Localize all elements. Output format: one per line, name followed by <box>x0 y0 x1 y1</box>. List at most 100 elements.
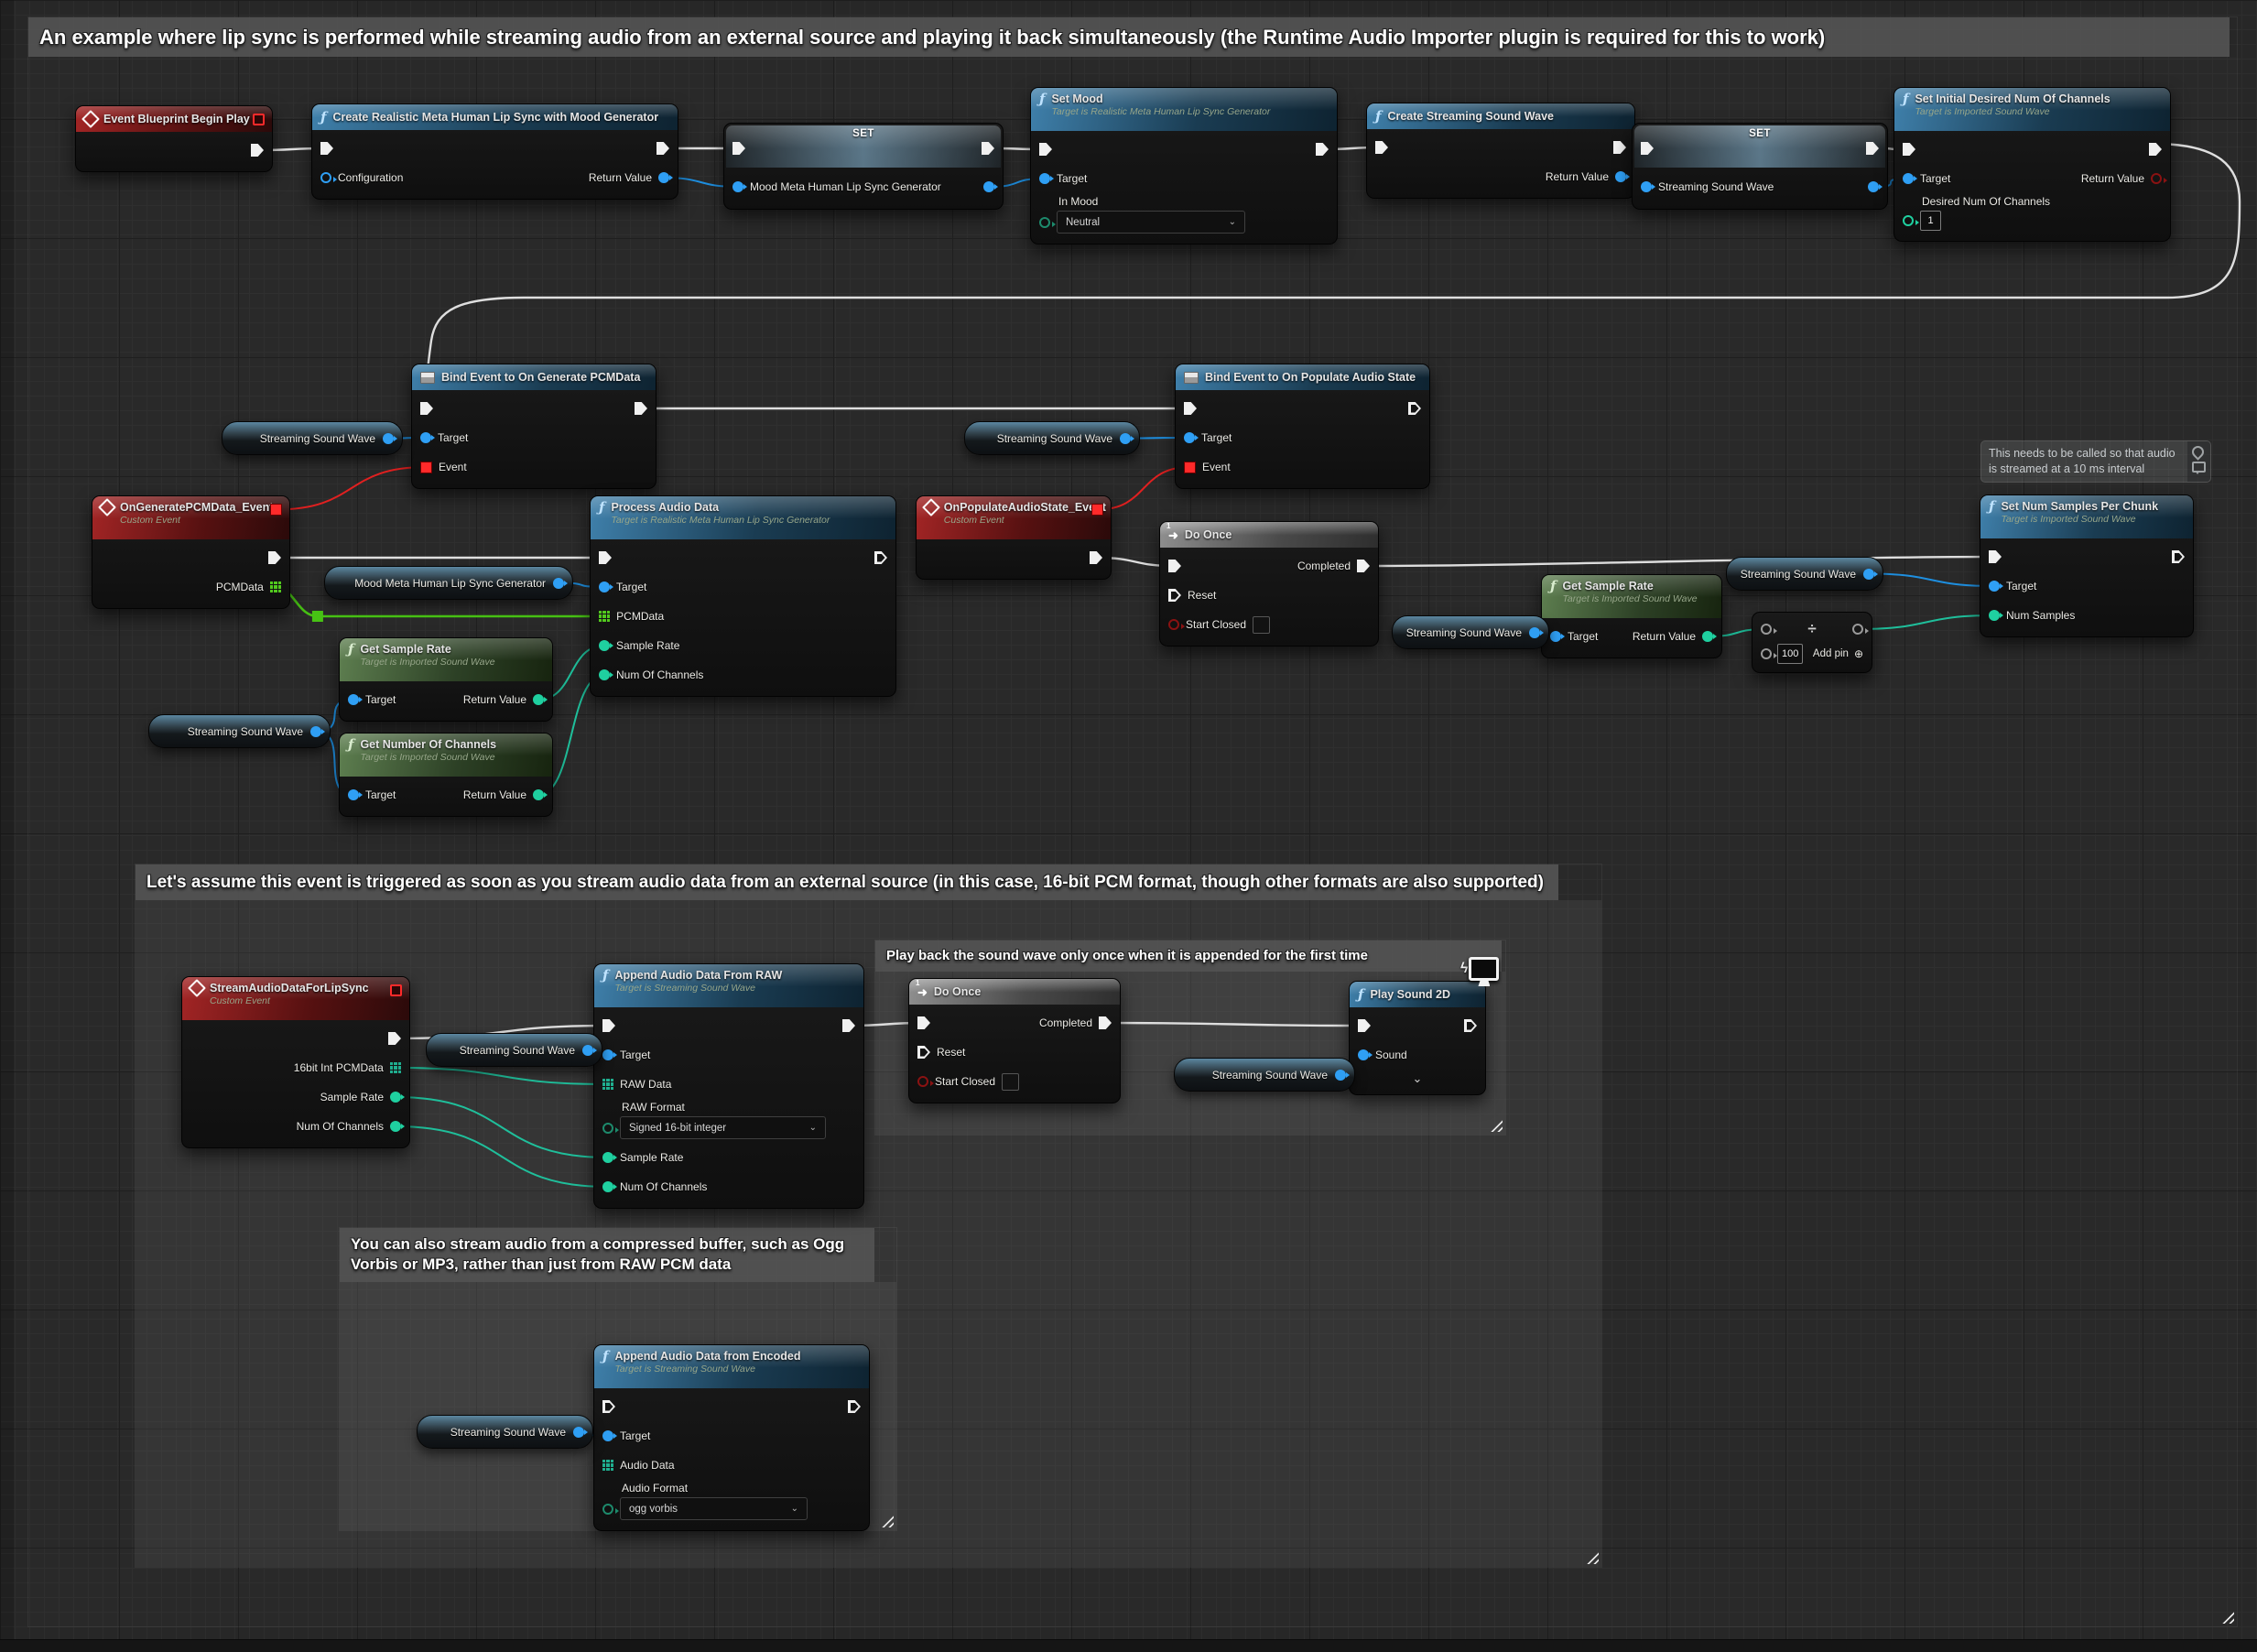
node-chunk[interactable]: ƒSet Num Samples Per ChunkTarget is Impo… <box>1980 495 2194 637</box>
data-pin[interactable] <box>390 1092 401 1103</box>
node-set2[interactable]: SETStreaming Sound Wave <box>1632 123 1888 210</box>
node-createStreaming[interactable]: ƒCreate Streaming Sound WaveReturn Value <box>1366 103 1635 199</box>
exec-pin[interactable] <box>635 402 647 415</box>
data-pin[interactable] <box>599 581 610 592</box>
data-pin[interactable] <box>599 669 610 680</box>
data-pin[interactable] <box>553 578 564 589</box>
variable-get-getSSW_d[interactable]: Streaming Sound Wave <box>1392 615 1549 649</box>
array-pin[interactable] <box>270 581 281 592</box>
exec-pin[interactable] <box>602 1019 615 1032</box>
data-pin[interactable] <box>1989 610 2000 621</box>
data-pin[interactable] <box>1868 181 1879 192</box>
exec-pin[interactable] <box>1641 142 1654 155</box>
data-pin[interactable] <box>602 1123 613 1134</box>
node-beginplay[interactable]: Event Blueprint Begin Play <box>75 105 273 172</box>
checkbox[interactable] <box>1002 1073 1019 1091</box>
exec-pin[interactable] <box>656 142 669 155</box>
exec-pin[interactable] <box>1903 143 1915 156</box>
exec-pin[interactable] <box>1375 141 1388 154</box>
data-pin[interactable] <box>420 432 431 443</box>
node-evStream[interactable]: StreamAudioDataForLipSyncCustom Event16b… <box>181 976 410 1148</box>
variable-get-getMood[interactable]: Mood Meta Human Lip Sync Generator <box>324 566 573 600</box>
exec-pin[interactable] <box>1989 550 2002 563</box>
variable-get-getSSW_e[interactable]: Streaming Sound Wave <box>1726 557 1883 591</box>
expand-chevron-icon[interactable]: ⌄ <box>1358 1071 1477 1086</box>
exec-pin[interactable] <box>1866 142 1879 155</box>
dropdown-raw-format[interactable]: Signed 16-bit integer⌄ <box>620 1116 826 1139</box>
exec-pin[interactable] <box>2149 143 2162 156</box>
exec-pin[interactable] <box>602 1400 615 1413</box>
value-input[interactable]: 1 <box>1920 211 1941 231</box>
node-gsr1[interactable]: ƒGet Sample RateTarget is Imported Sound… <box>339 637 553 722</box>
variable-get-getSSW_b[interactable]: Streaming Sound Wave <box>964 421 1140 455</box>
node-appendEnc[interactable]: ƒAppend Audio Data from EncodedTarget is… <box>593 1344 870 1531</box>
data-pin[interactable] <box>732 181 743 192</box>
data-pin[interactable] <box>1702 631 1713 642</box>
exec-pin[interactable] <box>320 142 333 155</box>
exec-pin[interactable] <box>874 551 887 564</box>
exec-pin[interactable] <box>917 1016 930 1029</box>
data-pin[interactable] <box>602 1430 613 1441</box>
comment-bubble-icon[interactable] <box>2192 462 2206 473</box>
exec-pin[interactable] <box>388 1032 401 1045</box>
array-pin[interactable] <box>602 1460 613 1471</box>
data-pin[interactable] <box>1358 1049 1369 1060</box>
node-doonce1[interactable]: ➜1Do OnceCompletedResetStart Closed <box>1159 521 1379 647</box>
node-process[interactable]: ƒProcess Audio DataTarget is Realistic M… <box>590 495 896 697</box>
data-pin[interactable] <box>1615 171 1626 182</box>
exec-pin[interactable] <box>1316 143 1329 156</box>
pushpin-icon[interactable] <box>2189 443 2206 460</box>
data-pin[interactable] <box>1529 627 1540 638</box>
exec-pin[interactable] <box>732 142 745 155</box>
data-pin[interactable] <box>320 172 331 183</box>
data-pin[interactable] <box>1168 619 1179 630</box>
delegate-pin[interactable] <box>420 462 432 473</box>
blueprint-canvas[interactable]: An example where lip sync is performed w… <box>0 0 2257 1652</box>
variable-get-getSSW_f[interactable]: Streaming Sound Wave <box>426 1033 602 1067</box>
data-pin[interactable] <box>1903 215 1914 226</box>
array-pin[interactable] <box>390 1062 401 1073</box>
data-pin[interactable] <box>348 789 359 800</box>
data-pin[interactable] <box>533 694 544 705</box>
data-pin[interactable] <box>582 1045 593 1056</box>
exec-pin[interactable] <box>1039 143 1052 156</box>
data-pin[interactable] <box>573 1427 584 1438</box>
data-pin[interactable] <box>599 640 610 651</box>
node-appendRaw[interactable]: ƒAppend Audio Data From RAWTarget is Str… <box>593 963 864 1209</box>
data-pin[interactable] <box>1039 173 1050 184</box>
node-play2d[interactable]: ƒPlay Sound 2DSound⌄ <box>1349 981 1486 1095</box>
exec-pin[interactable] <box>1184 402 1197 415</box>
exec-pin[interactable] <box>1168 560 1181 572</box>
node-doonce2[interactable]: ➜1Do OnceCompletedResetStart Closed <box>908 978 1121 1103</box>
delegate-pin[interactable] <box>270 504 282 516</box>
dropdown-in-mood[interactable]: Neutral⌄ <box>1057 211 1245 234</box>
node-divide[interactable]: ÷100Add pin⊕ <box>1752 612 1872 673</box>
checkbox[interactable] <box>1253 616 1270 634</box>
data-pin[interactable] <box>1184 432 1195 443</box>
delegate-pin[interactable] <box>253 114 265 125</box>
exec-pin[interactable] <box>420 402 433 415</box>
node-comment-bubble[interactable]: This needs to be called so that audio is… <box>1980 440 2211 483</box>
data-pin[interactable] <box>533 789 544 800</box>
divisor-input[interactable]: 100 <box>1777 644 1803 664</box>
exec-pin[interactable] <box>848 1400 861 1413</box>
data-pin[interactable] <box>1641 181 1652 192</box>
data-pin[interactable] <box>1120 433 1131 444</box>
node-createRealistic[interactable]: ƒCreate Realistic Meta Human Lip Sync wi… <box>311 103 678 200</box>
node-setMood[interactable]: ƒSet MoodTarget is Realistic Meta Human … <box>1030 87 1338 245</box>
add-pin-icon[interactable]: ⊕ <box>1854 647 1863 660</box>
exec-pin[interactable] <box>251 144 264 157</box>
variable-get-getSSW_a[interactable]: Streaming Sound Wave <box>222 421 403 455</box>
data-pin[interactable] <box>348 694 359 705</box>
data-pin[interactable] <box>383 433 394 444</box>
exec-pin[interactable] <box>1408 402 1421 415</box>
node-bind1[interactable]: Bind Event to On Generate PCMDataTargetE… <box>411 364 656 489</box>
exec-pin[interactable] <box>2172 550 2185 563</box>
data-pin[interactable] <box>917 1076 928 1087</box>
data-pin[interactable] <box>2151 173 2162 184</box>
data-pin[interactable] <box>983 181 994 192</box>
node-set1[interactable]: SETMood Meta Human Lip Sync Generator <box>723 123 1004 210</box>
variable-get-getSSW_g[interactable]: Streaming Sound Wave <box>1174 1058 1355 1092</box>
node-bind2[interactable]: Bind Event to On Populate Audio StateTar… <box>1175 364 1430 489</box>
dropdown-audio-format[interactable]: ogg vorbis⌄ <box>620 1497 808 1520</box>
